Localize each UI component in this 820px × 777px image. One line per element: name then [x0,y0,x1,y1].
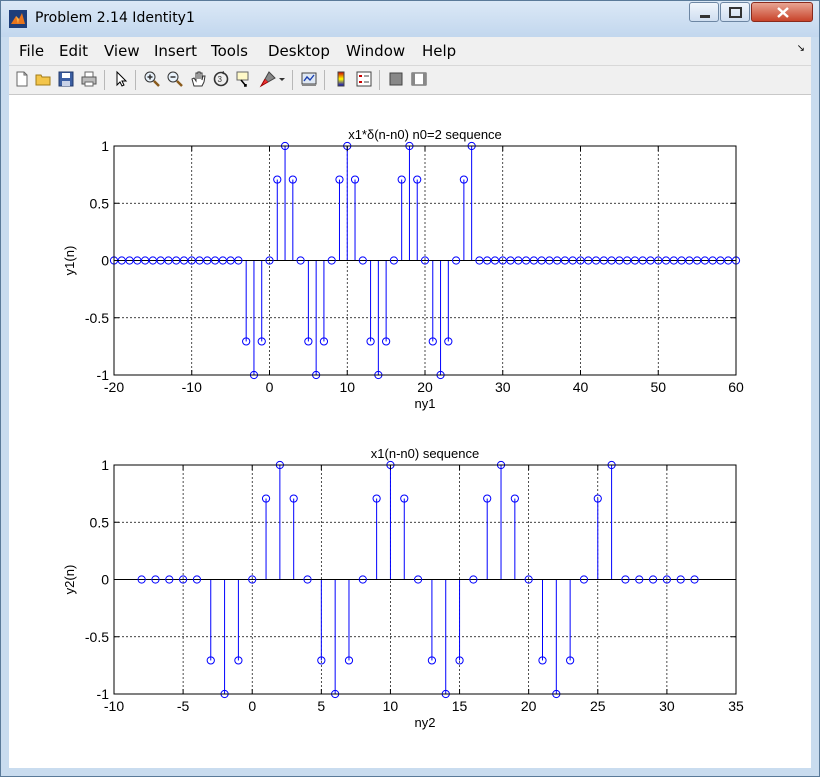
menu-window[interactable]: Window [346,42,405,60]
zoom-out-icon[interactable] [166,70,184,88]
subplot-2-y-tick-label: 1 [101,457,109,473]
subplot-2-x-tick-label: 30 [659,698,675,714]
subplot-2-x-tick-label: -5 [177,698,190,714]
subplot-1-y-tick-label: 1 [101,138,109,154]
subplot-1-x-tick-label: 60 [728,379,744,395]
data-cursor-icon[interactable] [235,70,253,88]
show-plot-tools-icon[interactable] [410,70,428,88]
menu-edit[interactable]: Edit [59,42,88,60]
subplot-1-x-tick-label: 20 [417,379,433,395]
menu-tools[interactable]: Tools [211,42,248,60]
select-arrow-icon[interactable] [112,70,130,88]
subplot-2-x-tick-label: 10 [383,698,399,714]
subplot-1-y-axis-label: y1(n) [62,246,77,276]
menu-file[interactable]: File [19,42,44,60]
figure-window: Problem 2.14 Identity1 File Edit View In… [0,0,820,777]
subplot-2-x-tick-label: 5 [317,698,325,714]
subplot-2-title: x1(n-n0) sequence [371,446,479,461]
subplot-2-y-tick-label: 0 [101,572,109,588]
subplot-1-y-tick-label: -0.5 [85,310,109,326]
window-title: Problem 2.14 Identity1 [35,10,195,26]
insert-colorbar-icon[interactable] [332,70,350,88]
zoom-in-icon[interactable] [143,70,161,88]
save-icon[interactable] [57,70,75,88]
menu-view[interactable]: View [104,42,140,60]
toolbar-separator [135,70,136,90]
toolbar-separator [292,70,293,90]
print-icon[interactable] [80,70,98,88]
subplot-1-x-axis-label: ny1 [415,396,436,411]
close-button[interactable] [751,2,813,22]
svg-text:3: 3 [218,75,223,84]
toolbar-separator [324,70,325,90]
subplot-2-x-tick-label: 35 [728,698,744,714]
toolbar-separator [104,70,105,90]
subplot-2-x-tick-label: 0 [248,698,256,714]
subplot-1-x-tick-label: 40 [573,379,589,395]
hide-plot-tools-icon[interactable] [387,70,405,88]
subplot-2-x-tick-label: 20 [521,698,537,714]
maximize-icon [729,7,742,18]
matlab-logo-icon [9,10,27,28]
maximize-button[interactable] [720,2,750,22]
brush-dropdown-icon[interactable] [278,70,286,88]
menu-bar: File Edit View Insert Tools Desktop Wind… [9,37,811,66]
subplot-1-y-tick-label: 0 [101,253,109,269]
subplot-2-x-tick-label: 15 [452,698,468,714]
subplot-1-y-tick-label: 0.5 [90,195,110,211]
link-plot-icon[interactable] [300,70,318,88]
menu-desktop[interactable]: Desktop [268,42,330,60]
subplot-1-x-tick-label: 30 [495,379,511,395]
subplot-1-title: x1*δ(n-n0) n0=2 sequence [348,127,502,142]
rotate-3d-icon[interactable]: 3 [212,70,230,88]
new-figure-icon[interactable] [13,70,31,88]
figure-toolbar: 3 [9,66,811,95]
subplot-2-x-tick-label: 25 [590,698,606,714]
figure-canvas: -20 -10 0 10 20 30 40 50 60 -1 -0.5 0 0.5 1 x1*δ(n-n0)… [9,95,811,768]
subplot-2-y-axis-label: y2(n) [62,565,77,595]
menu-insert[interactable]: Insert [154,42,197,60]
open-file-icon[interactable] [34,70,52,88]
subplot-1-x-tick-label: 0 [266,379,274,395]
brush-icon[interactable] [259,70,277,88]
subplot-1-x-tick-label: 50 [650,379,666,395]
menu-overflow-icon[interactable]: ↘ [797,43,805,54]
plot-area: -20 -10 0 10 20 30 40 50 60-1-0.500.51x1*δ(n-n0)… [62,127,744,730]
title-bar[interactable]: Problem 2.14 Identity1 [1,1,819,37]
insert-legend-icon[interactable] [355,70,373,88]
subplot-2-y-tick-label: -1 [97,686,110,702]
toolbar-separator [379,70,380,90]
subplot-2-x-axis-label: ny2 [415,715,436,730]
menu-help[interactable]: Help [422,42,456,60]
subplot-1-y-tick-label: -1 [97,367,110,383]
subplot-2-y-tick-label: 0.5 [90,514,110,530]
subplot-1-x-tick-label: 10 [339,379,355,395]
minimize-button[interactable] [689,2,719,22]
pan-hand-icon[interactable] [189,70,207,88]
minimize-icon [700,15,710,18]
subplot-2-y-tick-label: -0.5 [85,629,109,645]
subplot-1-x-tick-label: -10 [182,379,202,395]
close-icon [777,7,789,18]
